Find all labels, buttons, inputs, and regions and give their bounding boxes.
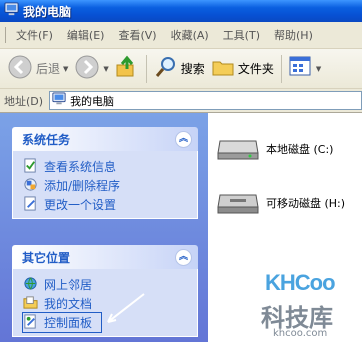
menu-grip <box>5 27 6 43</box>
up-button[interactable] <box>112 53 142 85</box>
watermark: KHCoo 科技库 khcoo.com <box>255 262 360 342</box>
views-dropdown-icon[interactable]: ▼ <box>316 65 321 73</box>
task-label: 添加/删除程序 <box>44 179 121 193</box>
forward-arrow-icon <box>74 54 100 83</box>
search-icon <box>154 55 178 82</box>
search-label: 搜索 <box>180 62 205 76</box>
forward-button[interactable]: ▼ <box>71 53 111 85</box>
place-control-panel[interactable]: 控制面板 <box>22 312 102 333</box>
drive-item[interactable]: 本地磁盘 (C:) <box>216 133 333 164</box>
folders-icon <box>211 55 235 82</box>
back-button[interactable]: 后退 ▼ <box>4 53 71 85</box>
network-icon <box>23 276 38 294</box>
system-info-icon <box>23 157 38 176</box>
views-icon <box>289 56 313 81</box>
menu-favorites[interactable]: 收藏(A) <box>164 27 216 43</box>
settings-icon <box>23 195 38 214</box>
toolbar-separator <box>280 54 282 83</box>
search-button[interactable]: 搜索 <box>151 53 208 85</box>
other-places-title: 其它位置 <box>22 250 71 265</box>
watermark-logo: KHCoo <box>265 270 336 295</box>
removable-drive-icon <box>216 187 260 218</box>
toolbar-separator <box>145 54 147 83</box>
window-title: 我的电脑 <box>23 4 72 19</box>
back-dropdown-icon[interactable]: ▼ <box>63 65 68 73</box>
menu-tools[interactable]: 工具(T) <box>216 27 267 43</box>
add-remove-icon <box>23 177 38 195</box>
task-label: 更改一个设置 <box>44 198 117 212</box>
title-bar: 我的电脑 <box>0 0 362 22</box>
system-tasks-title: 系统任务 <box>22 132 71 147</box>
control-panel-icon <box>23 313 38 332</box>
menu-help[interactable]: 帮助(H) <box>267 27 320 43</box>
computer-icon <box>4 2 19 20</box>
collapse-icon[interactable]: ︽ <box>175 248 192 266</box>
folders-label: 文件夹 <box>237 62 274 76</box>
address-value: 我的电脑 <box>70 94 115 108</box>
address-bar: 地址(D) 我的电脑 <box>0 89 362 113</box>
place-label: 网上邻居 <box>44 278 93 292</box>
system-tasks-list: 查看系统信息 添加/删除程序 更改一个设置 <box>12 151 198 219</box>
back-label: 后退 <box>36 62 61 76</box>
toolbar: 后退 ▼ ▼ 搜索 文件夹 ▼ <box>0 49 362 89</box>
menu-view[interactable]: 查看(V) <box>111 27 163 43</box>
menu-edit[interactable]: 编辑(E) <box>60 27 112 43</box>
collapse-icon[interactable]: ︽ <box>175 130 192 148</box>
views-button[interactable]: ▼ <box>286 53 324 85</box>
address-input[interactable]: 我的电脑 <box>49 91 362 110</box>
computer-icon <box>52 92 66 109</box>
back-arrow-icon <box>7 54 33 83</box>
task-change-setting[interactable]: 更改一个设置 <box>23 195 197 214</box>
place-label: 我的文档 <box>44 297 93 311</box>
menu-bar: 文件(F) 编辑(E) 查看(V) 收藏(A) 工具(T) 帮助(H) <box>0 22 362 49</box>
annotation-arrow <box>107 293 145 323</box>
watermark-url: khcoo.com <box>273 328 328 339</box>
system-tasks-header[interactable]: 系统任务 ︽ <box>12 127 198 151</box>
place-label: 控制面板 <box>44 316 93 330</box>
system-tasks-panel: 系统任务 ︽ 查看系统信息 添加/删除程序 更改一个设置 <box>12 127 198 219</box>
drive-label: 本地磁盘 (C:) <box>266 142 334 156</box>
forward-dropdown-icon[interactable]: ▼ <box>103 65 108 73</box>
up-folder-icon <box>115 55 139 82</box>
folders-button[interactable]: 文件夹 <box>208 53 277 85</box>
task-label: 查看系统信息 <box>44 160 117 174</box>
hard-drive-icon <box>216 133 260 164</box>
menu-file[interactable]: 文件(F) <box>9 27 60 43</box>
drive-label: 可移动磁盘 (H:) <box>266 196 346 210</box>
other-places-header[interactable]: 其它位置 ︽ <box>12 245 198 269</box>
address-label: 地址(D) <box>4 94 44 108</box>
drive-item[interactable]: 可移动磁盘 (H:) <box>216 187 345 218</box>
task-view-system-info[interactable]: 查看系统信息 <box>23 157 197 176</box>
documents-icon <box>23 295 38 313</box>
task-add-remove-programs[interactable]: 添加/删除程序 <box>23 176 197 195</box>
